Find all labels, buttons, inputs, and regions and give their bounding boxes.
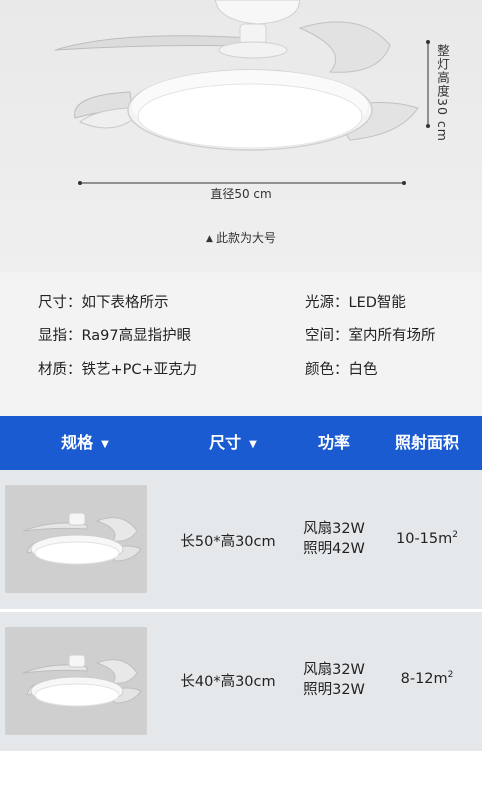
table-row: 长40*高30cm 风扇32W 照明32W 8-12m2: [0, 612, 482, 751]
product-thumbnail: [5, 485, 147, 593]
spec-label: 空间：: [305, 328, 349, 344]
column-header-label: 照射面积: [394, 433, 459, 452]
table-row: 长50*高30cm 风扇32W 照明42W 10-15m2: [0, 470, 482, 609]
spec-label: 显指：: [38, 328, 82, 344]
spec-label: 尺寸：: [38, 295, 82, 311]
size-note-text: 此款为大号: [215, 231, 276, 245]
area-unit-superscript: 2: [447, 670, 454, 680]
spec-cri: 显指：Ra97高显指护眼: [38, 324, 191, 345]
spec-color: 颜色：白色: [305, 358, 378, 379]
column-header-label: 功率: [317, 433, 350, 452]
spec-value: Ra97高显指护眼: [81, 328, 192, 344]
caret-down-icon: ▼: [249, 439, 257, 450]
spec-value: 铁艺+PC+亚克力: [81, 362, 198, 378]
product-thumbnail: [5, 627, 147, 735]
row-area-value: 10-15m2: [384, 530, 470, 547]
row-power-value: 风扇32W 照明32W: [296, 660, 372, 700]
column-header-power: 功率: [296, 416, 372, 470]
row-size-value: 长40*高30cm: [180, 674, 276, 690]
row-power-value: 风扇32W 照明42W: [296, 519, 372, 559]
area-unit-superscript: 2: [452, 530, 458, 540]
product-hero-image: 整灯高度30 cm 直径50 cm ▲ 此款为大号: [0, 0, 482, 272]
row-size-value: 长50*高30cm: [180, 534, 276, 550]
spec-value: 室内所有场所: [348, 328, 436, 344]
fan-lamp-thumbnail-image: [22, 654, 142, 707]
height-dimension-label: 整灯高度30 cm: [435, 44, 450, 142]
column-header-area: 照射面积: [384, 416, 470, 470]
fan-power: 风扇32W: [303, 521, 365, 537]
spec-label: 光源：: [305, 295, 349, 311]
column-header-label: 尺寸: [209, 433, 242, 452]
size-note: ▲ 此款为大号: [0, 229, 482, 246]
column-header-spec[interactable]: 规格 ▼: [30, 416, 140, 470]
spec-material: 材质：铁艺+PC+亚克力: [38, 358, 197, 379]
area-range: 8-12m: [400, 670, 448, 687]
triangle-up-icon: ▲: [206, 234, 213, 244]
spec-label: 颜色：: [305, 362, 349, 378]
spec-light-source: 光源：LED智能: [305, 291, 406, 312]
spec-size: 尺寸：如下表格所示: [38, 291, 169, 312]
table-header: 规格 ▼ 尺寸 ▼ 功率 照射面积: [0, 416, 482, 470]
row-area-value: 8-12m2: [384, 670, 470, 687]
fan-power: 风扇32W: [303, 662, 365, 678]
caret-down-icon: ▼: [101, 439, 109, 450]
spec-value: 白色: [348, 362, 378, 378]
light-power: 照明32W: [303, 682, 365, 698]
spec-value: 如下表格所示: [81, 295, 169, 311]
area-range: 10-15m: [396, 530, 453, 547]
diameter-dimension-label: 直径50 cm: [210, 187, 272, 201]
spec-section: 尺寸：如下表格所示 显指：Ra97高显指护眼 材质：铁艺+PC+亚克力 光源：L…: [0, 272, 482, 416]
spec-space: 空间：室内所有场所: [305, 324, 436, 345]
light-power: 照明42W: [303, 541, 365, 557]
column-header-label: 规格: [61, 433, 94, 452]
spec-label: 材质：: [38, 362, 82, 378]
spec-value: LED智能: [348, 295, 406, 311]
column-header-size[interactable]: 尺寸 ▼: [178, 416, 288, 470]
fan-lamp-thumbnail-image: [22, 512, 142, 565]
